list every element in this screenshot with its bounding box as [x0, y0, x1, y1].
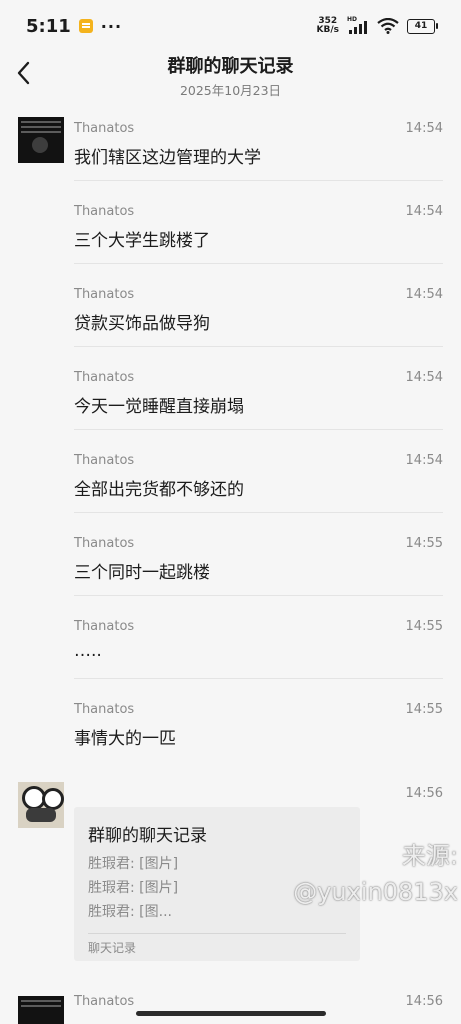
divider — [74, 595, 443, 596]
message-item[interactable]: Thanatos 14:55 ….. — [0, 615, 461, 698]
header: 群聊的聊天记录 2025年10月23日 — [0, 52, 461, 102]
message-text: 全部出完货都不够还的 — [74, 480, 244, 500]
message-time: 14:55 — [405, 702, 443, 717]
divider — [74, 263, 443, 264]
status-time: 5:11 — [26, 15, 71, 37]
avatar[interactable] — [18, 782, 64, 828]
chat-record-line: 胜瑕君: [图片] — [88, 880, 179, 896]
watermark: 来源: @yuxin0813x — [278, 838, 458, 910]
more-notifications-icon: ··· — [100, 16, 123, 36]
divider — [74, 180, 443, 181]
status-bar: 5:11 ··· 352 KB/s HD 41 — [0, 0, 461, 52]
message-item[interactable]: Thanatos 14:54 今天一觉睡醒直接崩塌 — [0, 366, 461, 449]
network-speed: 352 KB/s — [317, 17, 339, 35]
message-time: 14:54 — [405, 453, 443, 468]
chat-record-footer: 聊天记录 — [88, 941, 137, 955]
page-date: 2025年10月23日 — [179, 83, 282, 98]
message-item[interactable]: Thanatos 14:55 事情大的一匹 — [0, 698, 461, 781]
message-text: ….. — [74, 641, 102, 661]
wifi-icon — [377, 18, 399, 34]
home-indicator[interactable] — [136, 1011, 326, 1016]
signal-icon: HD — [347, 16, 369, 34]
message-sender: Thanatos — [74, 370, 135, 385]
message-time: 14:55 — [405, 619, 443, 634]
divider — [74, 678, 443, 679]
message-sender: Thanatos — [74, 287, 135, 302]
notification-icon — [78, 19, 93, 33]
status-left: 5:11 ··· — [26, 16, 122, 37]
avatar[interactable] — [18, 117, 64, 163]
divider — [74, 512, 443, 513]
message-text: 事情大的一匹 — [74, 729, 176, 749]
message-sender: Thanatos — [74, 204, 135, 219]
message-item[interactable]: Thanatos 14:54 我们辖区这边管理的大学 — [0, 117, 461, 200]
message-sender: Thanatos — [74, 453, 135, 468]
message-time: 14:56 — [405, 786, 443, 801]
message-text: 我们辖区这边管理的大学 — [74, 148, 261, 168]
battery-icon: 41 — [407, 18, 438, 34]
message-text: 贷款买饰品做导狗 — [74, 314, 210, 334]
message-item[interactable]: Thanatos 14:54 全部出完货都不够还的 — [0, 449, 461, 532]
message-item[interactable]: Thanatos 14:56 — [0, 990, 461, 1024]
divider — [88, 933, 346, 934]
chat-record-line: 胜瑕君: [图片] — [88, 856, 179, 872]
avatar[interactable] — [18, 996, 64, 1024]
message-item[interactable]: Thanatos 14:55 三个同时一起跳楼 — [0, 532, 461, 615]
divider — [74, 346, 443, 347]
chat-record-title: 群聊的聊天记录 — [88, 826, 207, 846]
message-list: Thanatos 14:54 我们辖区这边管理的大学 Thanatos 14:5… — [0, 117, 461, 781]
message-time: 14:54 — [405, 287, 443, 302]
message-item[interactable]: Thanatos 14:54 贷款买饰品做导狗 — [0, 283, 461, 366]
watermark-handle: @yuxin0813x — [293, 878, 458, 906]
message-text: 三个同时一起跳楼 — [74, 563, 210, 583]
battery-level: 41 — [414, 21, 428, 31]
message-sender: Thanatos — [74, 702, 135, 717]
message-time: 14:56 — [405, 994, 443, 1009]
message-sender: Thanatos — [74, 121, 135, 136]
message-time: 14:55 — [405, 536, 443, 551]
message-item[interactable]: Thanatos 14:54 三个大学生跳楼了 — [0, 200, 461, 283]
message-sender: Thanatos — [74, 994, 135, 1009]
message-text: 今天一觉睡醒直接崩塌 — [74, 397, 244, 417]
watermark-source: 来源: — [401, 842, 458, 870]
network-speed-unit: KB/s — [316, 25, 339, 35]
page-title: 群聊的聊天记录 — [167, 56, 294, 77]
message-time: 14:54 — [405, 121, 443, 136]
message-time: 14:54 — [405, 204, 443, 219]
status-right: 352 KB/s HD 41 — [317, 16, 438, 35]
divider — [74, 429, 443, 430]
chat-record-line: 胜瑕君: [图... — [88, 904, 172, 920]
message-sender: Thanatos — [74, 536, 135, 551]
message-text: 三个大学生跳楼了 — [74, 231, 210, 251]
message-sender: Thanatos — [74, 619, 135, 634]
message-time: 14:54 — [405, 370, 443, 385]
